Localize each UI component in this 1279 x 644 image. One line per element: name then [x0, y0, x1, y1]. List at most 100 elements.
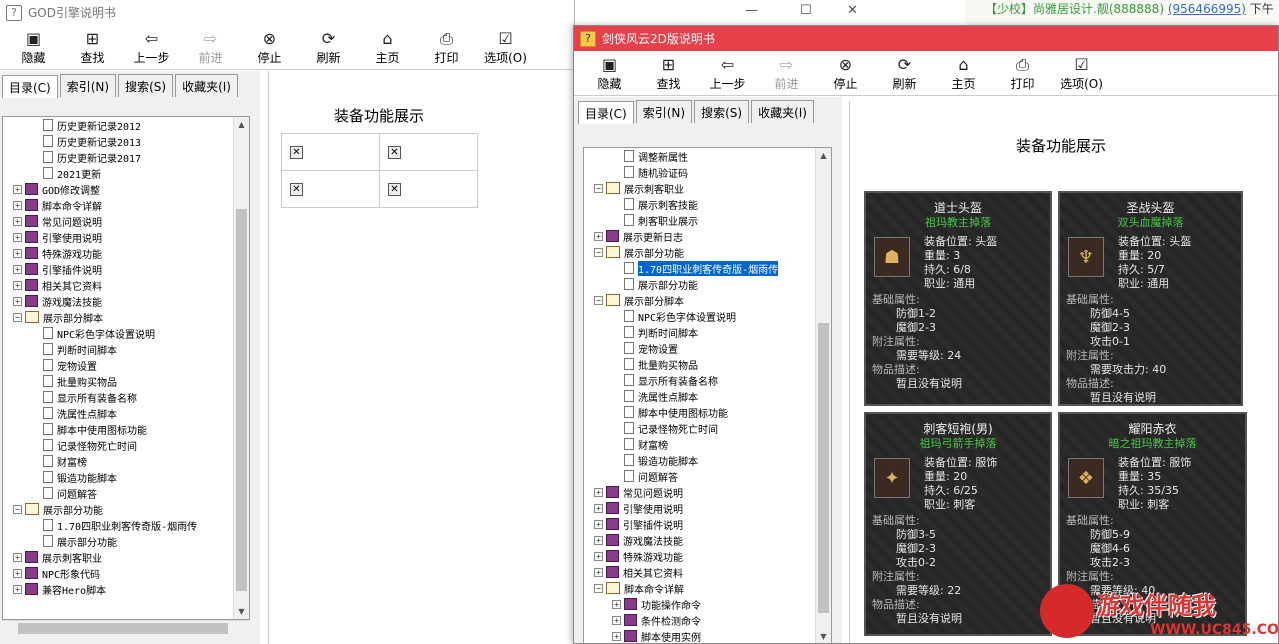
tree-item[interactable]: 洗属性点脚本 — [3, 405, 233, 421]
tree-item[interactable]: − 展示部分功能 — [3, 501, 233, 517]
expand-icon[interactable]: + — [594, 567, 603, 577]
tree-item[interactable]: + 脚本使用实例 — [584, 628, 815, 643]
tree-item[interactable]: + 展示更新日志 — [584, 228, 815, 244]
tree-item[interactable]: + 脚本命令详解 — [3, 197, 233, 213]
tab-1[interactable]: 索引(N) — [635, 100, 693, 123]
tree-item[interactable]: 宠物设置 — [584, 340, 815, 356]
tree-item[interactable]: 宠物设置 — [3, 357, 233, 373]
toolbar-button-home[interactable]: ⌂ 主页 — [934, 51, 993, 92]
tree-item[interactable]: 锻造功能脚本 — [3, 469, 233, 485]
tree-vertical-scrollbar[interactable]: ▲ ▼ — [233, 117, 249, 619]
tree-item[interactable]: 1.70四职业刺客传奇版-烟雨传 — [584, 260, 815, 276]
tree-item[interactable]: 判断时间脚本 — [3, 341, 233, 357]
tree-item[interactable]: + 相关其它资料 — [3, 277, 233, 293]
toolbar-button-refresh[interactable]: ⟳ 刷新 — [875, 51, 934, 92]
toolbar-button-hide[interactable]: ▣ 隐藏 — [580, 51, 639, 92]
collapse-icon[interactable]: − — [594, 183, 603, 193]
tab-3[interactable]: 收藏夹(I) — [175, 74, 238, 97]
tree-item[interactable]: 记录怪物死亡时间 — [584, 420, 815, 436]
toolbar-button-forward[interactable]: ⇨ 前进 — [757, 51, 816, 92]
tree-item[interactable]: − 展示部分脚本 — [3, 309, 233, 325]
expand-icon[interactable]: + — [612, 615, 621, 625]
toolbar-button-stop[interactable]: ⊗ 停止 — [816, 51, 875, 92]
scroll-thumb[interactable] — [818, 323, 829, 613]
tree-item[interactable]: 财富榜 — [3, 453, 233, 469]
scroll-down-arrow-icon[interactable]: ▼ — [234, 604, 249, 619]
tree-item[interactable]: 调整新属性 — [584, 148, 815, 164]
tree-item[interactable]: + NPC形象代码 — [3, 565, 233, 581]
contents-tree[interactable]: 历史更新记录2012 历史更新记录2013 历史更新记录2017 2021更新 + GOD… — [2, 116, 250, 620]
tree-item[interactable]: 显示所有装备名称 — [3, 389, 233, 405]
tree-item[interactable]: + 功能操作命令 — [584, 596, 815, 612]
contents-tree[interactable]: 调整新属性 随机验证码 − 展示刺客职业 展示刺客技能 刺客职业展示 + 展示更新日志 − 展示部… — [583, 147, 832, 643]
collapse-icon[interactable]: − — [13, 312, 22, 322]
toolbar-button-find[interactable]: ⊞ 查找 — [639, 51, 698, 92]
tree-item[interactable]: NPC彩色字体设置说明 — [3, 325, 233, 341]
toolbar-button-home[interactable]: ⌂ 主页 — [358, 25, 417, 66]
tree-item[interactable]: 脚本中使用图标功能 — [3, 421, 233, 437]
tree-item[interactable]: 历史更新记录2013 — [3, 133, 233, 149]
tree-item[interactable]: 展示刺客技能 — [584, 196, 815, 212]
tree-item[interactable]: 1.70四职业刺客传奇版-烟雨传 — [3, 517, 233, 533]
expand-icon[interactable]: + — [13, 264, 22, 274]
expand-icon[interactable]: + — [13, 584, 22, 594]
expand-icon[interactable]: + — [594, 231, 603, 241]
tree-item[interactable]: 展示部分功能 — [584, 276, 815, 292]
tree-item[interactable]: 刺客职业展示 — [584, 212, 815, 228]
tree-item[interactable]: 问题解答 — [584, 468, 815, 484]
toolbar-button-hide[interactable]: ▣ 隐藏 — [4, 25, 63, 66]
tree-item[interactable]: + 引擎使用说明 — [584, 500, 815, 516]
expand-icon[interactable]: + — [13, 200, 22, 210]
toolbar-button-print[interactable]: ⎙ 打印 — [417, 25, 476, 66]
expand-icon[interactable]: + — [13, 184, 22, 194]
scroll-up-arrow-icon[interactable]: ▲ — [234, 117, 249, 132]
scroll-down-arrow-icon[interactable]: ▼ — [816, 629, 831, 643]
expand-icon[interactable]: + — [594, 535, 603, 545]
toolbar-button-options[interactable]: ☑ 选项(O) — [476, 25, 535, 66]
expand-icon[interactable]: + — [13, 248, 22, 258]
tab-1[interactable]: 索引(N) — [59, 74, 117, 97]
tree-item[interactable]: 2021更新 — [3, 165, 233, 181]
tree-item[interactable]: 随机验证码 — [584, 164, 815, 180]
maximize-button[interactable]: ☐ — [800, 3, 812, 18]
toolbar-button-back[interactable]: ⇦ 上一步 — [698, 51, 757, 92]
tree-item[interactable]: 记录怪物死亡时间 — [3, 437, 233, 453]
tree-item[interactable]: 财富榜 — [584, 436, 815, 452]
toolbar-button-stop[interactable]: ⊗ 停止 — [240, 25, 299, 66]
collapse-icon[interactable]: − — [13, 504, 22, 514]
tree-item[interactable]: + 特殊游戏功能 — [584, 548, 815, 564]
minimize-button[interactable]: — — [745, 3, 758, 18]
tree-item[interactable]: + 兼容Hero脚本 — [3, 581, 233, 597]
tree-item[interactable]: NPC彩色字体设置说明 — [584, 308, 815, 324]
expand-icon[interactable]: + — [13, 216, 22, 226]
expand-icon[interactable]: + — [612, 631, 621, 641]
toolbar-button-find[interactable]: ⊞ 查找 — [63, 25, 122, 66]
tree-item[interactable]: 洗属性点脚本 — [584, 388, 815, 404]
tree-item[interactable]: 历史更新记录2012 — [3, 117, 233, 133]
expand-icon[interactable]: + — [594, 487, 603, 497]
expand-icon[interactable]: + — [13, 232, 22, 242]
tree-item[interactable]: + 展示刺客职业 — [3, 549, 233, 565]
tab-0[interactable]: 目录(C) — [2, 75, 58, 98]
tree-item[interactable]: 展示部分功能 — [3, 533, 233, 549]
toolbar-button-forward[interactable]: ⇨ 前进 — [181, 25, 240, 66]
hscroll-thumb[interactable] — [18, 623, 228, 634]
tree-item[interactable]: + 特殊游戏功能 — [3, 245, 233, 261]
tree-item[interactable]: + 条件检测命令 — [584, 612, 815, 628]
tab-3[interactable]: 收藏夹(I) — [751, 100, 814, 123]
expand-icon[interactable]: + — [594, 551, 603, 561]
expand-icon[interactable]: + — [13, 568, 22, 578]
scroll-up-arrow-icon[interactable]: ▲ — [816, 148, 831, 163]
tree-vertical-scrollbar[interactable]: ▲ ▼ — [815, 148, 831, 643]
tree-item[interactable]: 问题解答 — [3, 485, 233, 501]
tree-item[interactable]: + 引擎插件说明 — [584, 516, 815, 532]
toolbar-button-back[interactable]: ⇦ 上一步 — [122, 25, 181, 66]
tree-item[interactable]: − 展示部分功能 — [584, 244, 815, 260]
tree-item[interactable]: 脚本中使用图标功能 — [584, 404, 815, 420]
expand-icon[interactable]: + — [594, 503, 603, 513]
tree-item[interactable]: + 引擎插件说明 — [3, 261, 233, 277]
expand-icon[interactable]: + — [612, 599, 621, 609]
tree-item[interactable]: + 相关其它资料 — [584, 564, 815, 580]
tree-item[interactable]: 锻造功能脚本 — [584, 452, 815, 468]
scroll-thumb[interactable] — [236, 209, 247, 591]
